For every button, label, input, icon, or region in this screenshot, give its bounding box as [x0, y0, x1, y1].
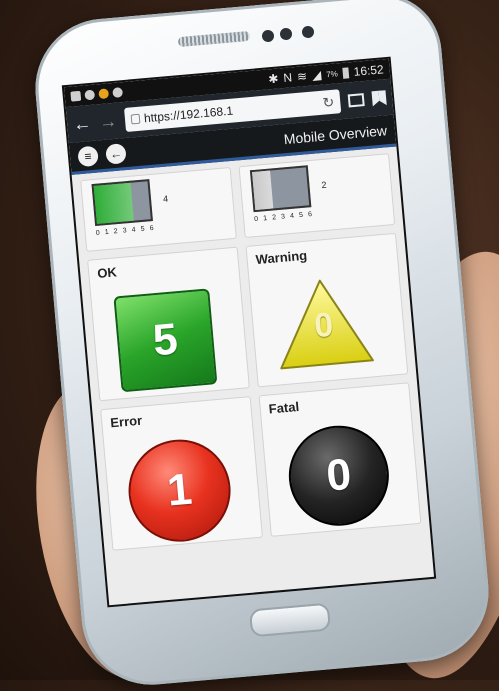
- ok-count-badge: 5: [113, 288, 218, 393]
- menu-icon[interactable]: ≡: [77, 145, 99, 167]
- tile-label: Warning: [255, 247, 308, 268]
- phone: ✱ N ≋ ◢ 7% 16:52 ← → https://192.168.1 ↻…: [0, 0, 499, 691]
- scale-tick: 6: [149, 224, 154, 233]
- scale-tick: 2: [271, 214, 277, 222]
- tile-label: Fatal: [268, 398, 300, 417]
- sync-icon: [84, 89, 96, 101]
- status-tile-error[interactable]: Error 1: [100, 396, 263, 551]
- status-tile-ok[interactable]: OK 5: [87, 246, 250, 402]
- tile-label: OK: [96, 264, 118, 281]
- gauge-scale: 0 1 2 3 4 5 6: [254, 211, 312, 223]
- scale-tick: 0: [253, 215, 259, 224]
- scale-tick: 2: [113, 228, 118, 236]
- tabs-icon[interactable]: [347, 92, 365, 107]
- battery-icon: [342, 66, 350, 79]
- back-circle-icon[interactable]: ←: [105, 142, 127, 165]
- wifi-icon: ≋: [296, 68, 308, 84]
- gauge-tile-1[interactable]: 4 0 1 2 3 4 5 6: [80, 166, 237, 252]
- reload-icon[interactable]: ↻: [322, 93, 335, 111]
- error-count-badge: 1: [124, 435, 235, 546]
- scale-tick: 1: [104, 228, 110, 237]
- scale-tick: 3: [122, 227, 127, 235]
- bookmark-icon[interactable]: [371, 89, 387, 106]
- status-tile-fatal[interactable]: Fatal 0: [258, 382, 422, 537]
- nfc-icon: N: [282, 70, 293, 86]
- signal-icon: ◢: [311, 67, 322, 83]
- gauge-fill: [93, 182, 134, 224]
- status-tile-warning[interactable]: Warning 0: [245, 232, 409, 388]
- scale-tick: 6: [307, 211, 313, 219]
- lock-icon: [130, 113, 141, 125]
- scale-tick: 0: [95, 229, 101, 237]
- scale-tick: 5: [298, 211, 304, 220]
- back-arrow-icon[interactable]: ←: [72, 112, 92, 134]
- level-gauge: [249, 165, 312, 213]
- gauge-fill: [252, 170, 274, 210]
- clock: 16:52: [353, 62, 385, 79]
- gauge-tile-2[interactable]: 2 0 1 2 3 4 5 6: [238, 153, 396, 239]
- status-grid: 4 0 1 2 3 4 5 6 2 0 1 2 3 4 5 6 OK 5 War…: [72, 146, 430, 557]
- scale-tick: 3: [280, 213, 286, 221]
- scale-tick: 1: [262, 215, 268, 223]
- forward-arrow-icon[interactable]: →: [98, 110, 118, 132]
- block-icon: [112, 87, 124, 98]
- scale-tick: 4: [131, 226, 136, 234]
- scale-tick: 4: [289, 212, 295, 220]
- gauge-value: 4: [162, 193, 169, 204]
- battery-percent: 7%: [325, 68, 339, 79]
- mail-icon: [70, 90, 82, 102]
- gauge-value: 2: [321, 179, 327, 191]
- url-text: https://192.168.1: [143, 103, 234, 126]
- bluetooth-icon: ✱: [267, 71, 280, 87]
- scale-tick: 5: [140, 225, 145, 234]
- notification-icon: [98, 88, 110, 100]
- level-gauge: [91, 179, 153, 227]
- phone-screen: ✱ N ≋ ◢ 7% 16:52 ← → https://192.168.1 ↻…: [61, 56, 437, 608]
- gauge-scale: 0 1 2 3 4 5 6: [96, 225, 154, 237]
- page-title: Mobile Overview: [283, 121, 388, 147]
- fatal-count-badge: 0: [284, 421, 394, 530]
- tile-label: Error: [109, 412, 143, 431]
